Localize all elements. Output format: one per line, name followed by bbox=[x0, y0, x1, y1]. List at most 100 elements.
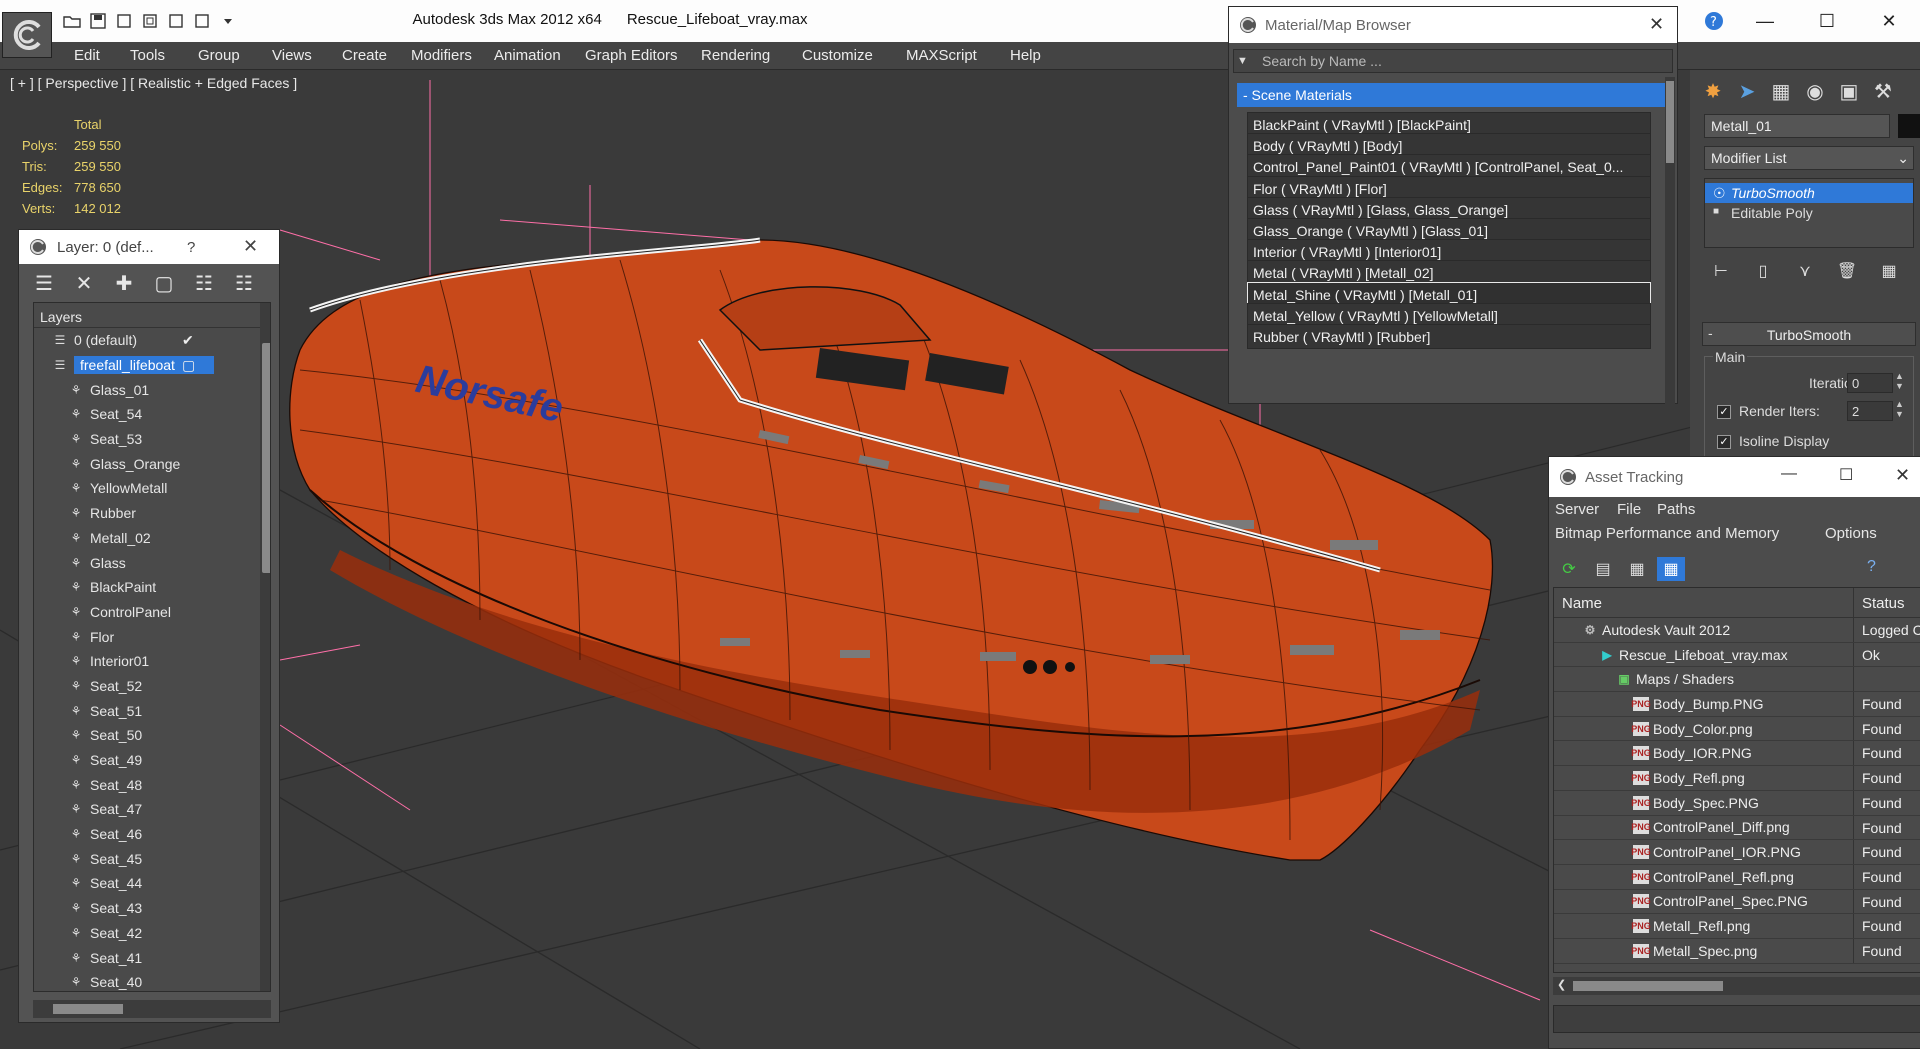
layer-row[interactable]: ⚘ Seat_40 bbox=[34, 970, 270, 991]
turbosmooth-rollout[interactable]: TurboSmooth bbox=[1702, 322, 1916, 346]
horizontal-scrollbar[interactable]: ❮ bbox=[1553, 977, 1920, 995]
close-icon[interactable]: ✕ bbox=[1895, 465, 1910, 486]
help-button[interactable]: ? bbox=[187, 239, 195, 256]
configure-modifier-sets-icon[interactable]: ▦ bbox=[1874, 258, 1904, 284]
layer-row[interactable]: ⚘ Seat_46 bbox=[34, 822, 270, 847]
scrollbar-thumb[interactable] bbox=[1573, 981, 1723, 991]
asset-tracking-titlebar[interactable]: Asset Tracking — ☐ ✕ bbox=[1549, 457, 1920, 497]
hide-toggle-icon[interactable]: ▢ bbox=[182, 357, 195, 374]
horizontal-scrollbar[interactable] bbox=[33, 1000, 271, 1018]
menu-customize[interactable]: Customize bbox=[802, 47, 873, 64]
asset-row[interactable]: PNG Body_Spec.PNG Found bbox=[1554, 790, 1920, 816]
hierarchy-tab-icon[interactable]: ▦ bbox=[1766, 76, 1796, 106]
collapse-icon[interactable]: - bbox=[1708, 325, 1713, 341]
scroll-left-icon[interactable]: ❮ bbox=[1557, 978, 1566, 991]
layer-row[interactable]: ⚘ BlackPaint bbox=[34, 575, 270, 600]
layer-row[interactable]: ⚘ Seat_54 bbox=[34, 402, 270, 427]
layer-row[interactable]: ⚘ Rubber bbox=[34, 501, 270, 526]
expand-icon[interactable]: ■ bbox=[1713, 206, 1719, 217]
layer-row[interactable]: ⚘ Seat_51 bbox=[34, 698, 270, 723]
layer-row[interactable]: ⚘ Seat_41 bbox=[34, 945, 270, 970]
asset-row[interactable]: PNG ControlPanel_Spec.PNG Found bbox=[1554, 889, 1920, 915]
render-iters-checkbox[interactable]: ✓ bbox=[1717, 405, 1731, 419]
close-icon[interactable]: ✕ bbox=[1649, 14, 1664, 35]
menu-animation[interactable]: Animation bbox=[494, 47, 561, 64]
menu-bitmap-performance[interactable]: Bitmap Performance and Memory bbox=[1555, 525, 1779, 542]
spinner-arrows-icon[interactable]: ▲ ▼ bbox=[1895, 399, 1904, 419]
menu-tools[interactable]: Tools bbox=[130, 47, 165, 64]
display-tab-icon[interactable]: ▣ bbox=[1834, 76, 1864, 106]
asset-row[interactable]: PNG Body_Color.png Found bbox=[1554, 716, 1920, 742]
layer-row[interactable]: ⚘ Metall_02 bbox=[34, 526, 270, 551]
layer-row[interactable]: ⚘ Seat_44 bbox=[34, 871, 270, 896]
pin-stack-icon[interactable]: ⊢ bbox=[1706, 258, 1736, 284]
asset-row[interactable]: PNG Body_Refl.png Found bbox=[1554, 766, 1920, 791]
close-icon[interactable]: ✕ bbox=[1858, 0, 1920, 42]
layer-row[interactable]: ⚘ Seat_43 bbox=[34, 896, 270, 921]
set-current-layer-icon[interactable]: ☷ bbox=[229, 270, 259, 296]
stack-item-editable-poly[interactable]: ■ Editable Poly bbox=[1705, 203, 1913, 223]
asset-row[interactable]: PNG Body_Bump.PNG Found bbox=[1554, 692, 1920, 717]
layer-row[interactable]: ☰ freefall_lifeboat ▢ bbox=[34, 353, 270, 378]
table-view-icon[interactable]: ▦ bbox=[1657, 557, 1685, 581]
layer-row[interactable]: ⚘ Seat_49 bbox=[34, 748, 270, 773]
motion-tab-icon[interactable]: ◉ bbox=[1800, 76, 1830, 106]
layer-row[interactable]: ⚘ Seat_47 bbox=[34, 797, 270, 822]
menu-create[interactable]: Create bbox=[342, 47, 387, 64]
menu-help[interactable]: Help bbox=[1010, 47, 1041, 64]
modifier-list-dropdown[interactable]: Modifier List ⌄ bbox=[1704, 146, 1914, 170]
layer-row[interactable]: ⚘ YellowMetall bbox=[34, 476, 270, 501]
layer-row[interactable]: ⚘ Seat_48 bbox=[34, 772, 270, 797]
menu-edit[interactable]: Edit bbox=[74, 47, 100, 64]
menu-modifiers[interactable]: Modifiers bbox=[411, 47, 472, 64]
layer-row[interactable]: ⚘ Seat_50 bbox=[34, 723, 270, 748]
help-icon[interactable]: ? bbox=[1867, 558, 1876, 576]
menu-rendering[interactable]: Rendering bbox=[701, 47, 770, 64]
scrollbar-thumb[interactable] bbox=[262, 343, 270, 573]
menu-views[interactable]: Views bbox=[272, 47, 312, 64]
spinner-arrows-icon[interactable]: ▲ ▼ bbox=[1895, 371, 1904, 391]
asset-row[interactable]: PNG Metall_Refl.png Found bbox=[1554, 914, 1920, 939]
layer-tree[interactable]: Layers ☰ 0 (default) ✔ ☰ freefall_lifeboat ▢ ⚘… bbox=[33, 302, 271, 992]
layer-row[interactable]: ⚘ Flor bbox=[34, 624, 270, 649]
app-logo[interactable] bbox=[2, 12, 52, 58]
refresh-icon[interactable]: ⟳ bbox=[1555, 557, 1583, 581]
object-color-swatch[interactable] bbox=[1898, 114, 1920, 138]
filter-dropdown-icon[interactable]: ▼ bbox=[1237, 55, 1248, 67]
isoline-display-checkbox[interactable]: ✓ bbox=[1717, 435, 1731, 449]
menu-file[interactable]: File bbox=[1617, 501, 1641, 518]
menu-options[interactable]: Options bbox=[1825, 525, 1877, 542]
layer-row[interactable]: ⚘ Seat_52 bbox=[34, 674, 270, 699]
select-objects-icon[interactable]: ▢ bbox=[149, 270, 179, 296]
asset-table[interactable]: Name Status ⚙ Autodesk Vault 2012 Logged C… bbox=[1553, 587, 1920, 973]
layer-row[interactable]: ⚘ Glass bbox=[34, 550, 270, 575]
add-to-layer-icon[interactable]: ✚ bbox=[109, 270, 139, 296]
scrollbar-thumb[interactable] bbox=[1666, 81, 1674, 163]
layer-row[interactable]: ☰ 0 (default) ✔ bbox=[34, 328, 270, 353]
layer-row[interactable]: ⚘ Seat_45 bbox=[34, 846, 270, 871]
current-layer-check-icon[interactable]: ✔ bbox=[182, 332, 194, 349]
layer-row[interactable]: ⚘ Interior01 bbox=[34, 649, 270, 674]
layer-row[interactable]: ⚘ ControlPanel bbox=[34, 600, 270, 625]
layer-row[interactable]: ⚘ Glass_Orange bbox=[34, 451, 270, 476]
list-view-icon[interactable]: ▤ bbox=[1589, 557, 1617, 581]
delete-layer-icon[interactable]: ✕ bbox=[69, 270, 99, 296]
modifier-stack[interactable]: ☉ TurboSmooth ■ Editable Poly bbox=[1704, 178, 1914, 248]
create-layer-icon[interactable]: ☰ bbox=[29, 270, 59, 296]
layer-row[interactable]: ⚘ Glass_01 bbox=[34, 377, 270, 402]
remove-modifier-icon[interactable]: 🗑 bbox=[1832, 258, 1862, 284]
stack-item-turbosmooth[interactable]: ☉ TurboSmooth bbox=[1705, 183, 1913, 203]
layer-row[interactable]: ⚘ Seat_53 bbox=[34, 427, 270, 452]
scrollbar-thumb[interactable] bbox=[53, 1004, 123, 1014]
menu-server[interactable]: Server bbox=[1555, 501, 1599, 518]
utilities-tab-icon[interactable]: ⚒ bbox=[1868, 76, 1898, 106]
object-name-field[interactable]: Metall_01 bbox=[1704, 114, 1890, 138]
asset-row[interactable]: ⚙ Autodesk Vault 2012 Logged C bbox=[1554, 618, 1920, 643]
material-search-input[interactable]: Search by Name ... bbox=[1233, 49, 1673, 73]
iterations-spinner[interactable]: 0 bbox=[1847, 373, 1893, 393]
asset-row[interactable]: PNG Metall_Spec.png Found bbox=[1554, 938, 1920, 964]
menu-paths[interactable]: Paths bbox=[1657, 501, 1695, 518]
close-icon[interactable]: ✕ bbox=[243, 236, 258, 257]
asset-row[interactable]: ▶ Rescue_Lifeboat_vray.max Ok bbox=[1554, 642, 1920, 668]
maximize-icon[interactable]: ☐ bbox=[1839, 465, 1853, 485]
